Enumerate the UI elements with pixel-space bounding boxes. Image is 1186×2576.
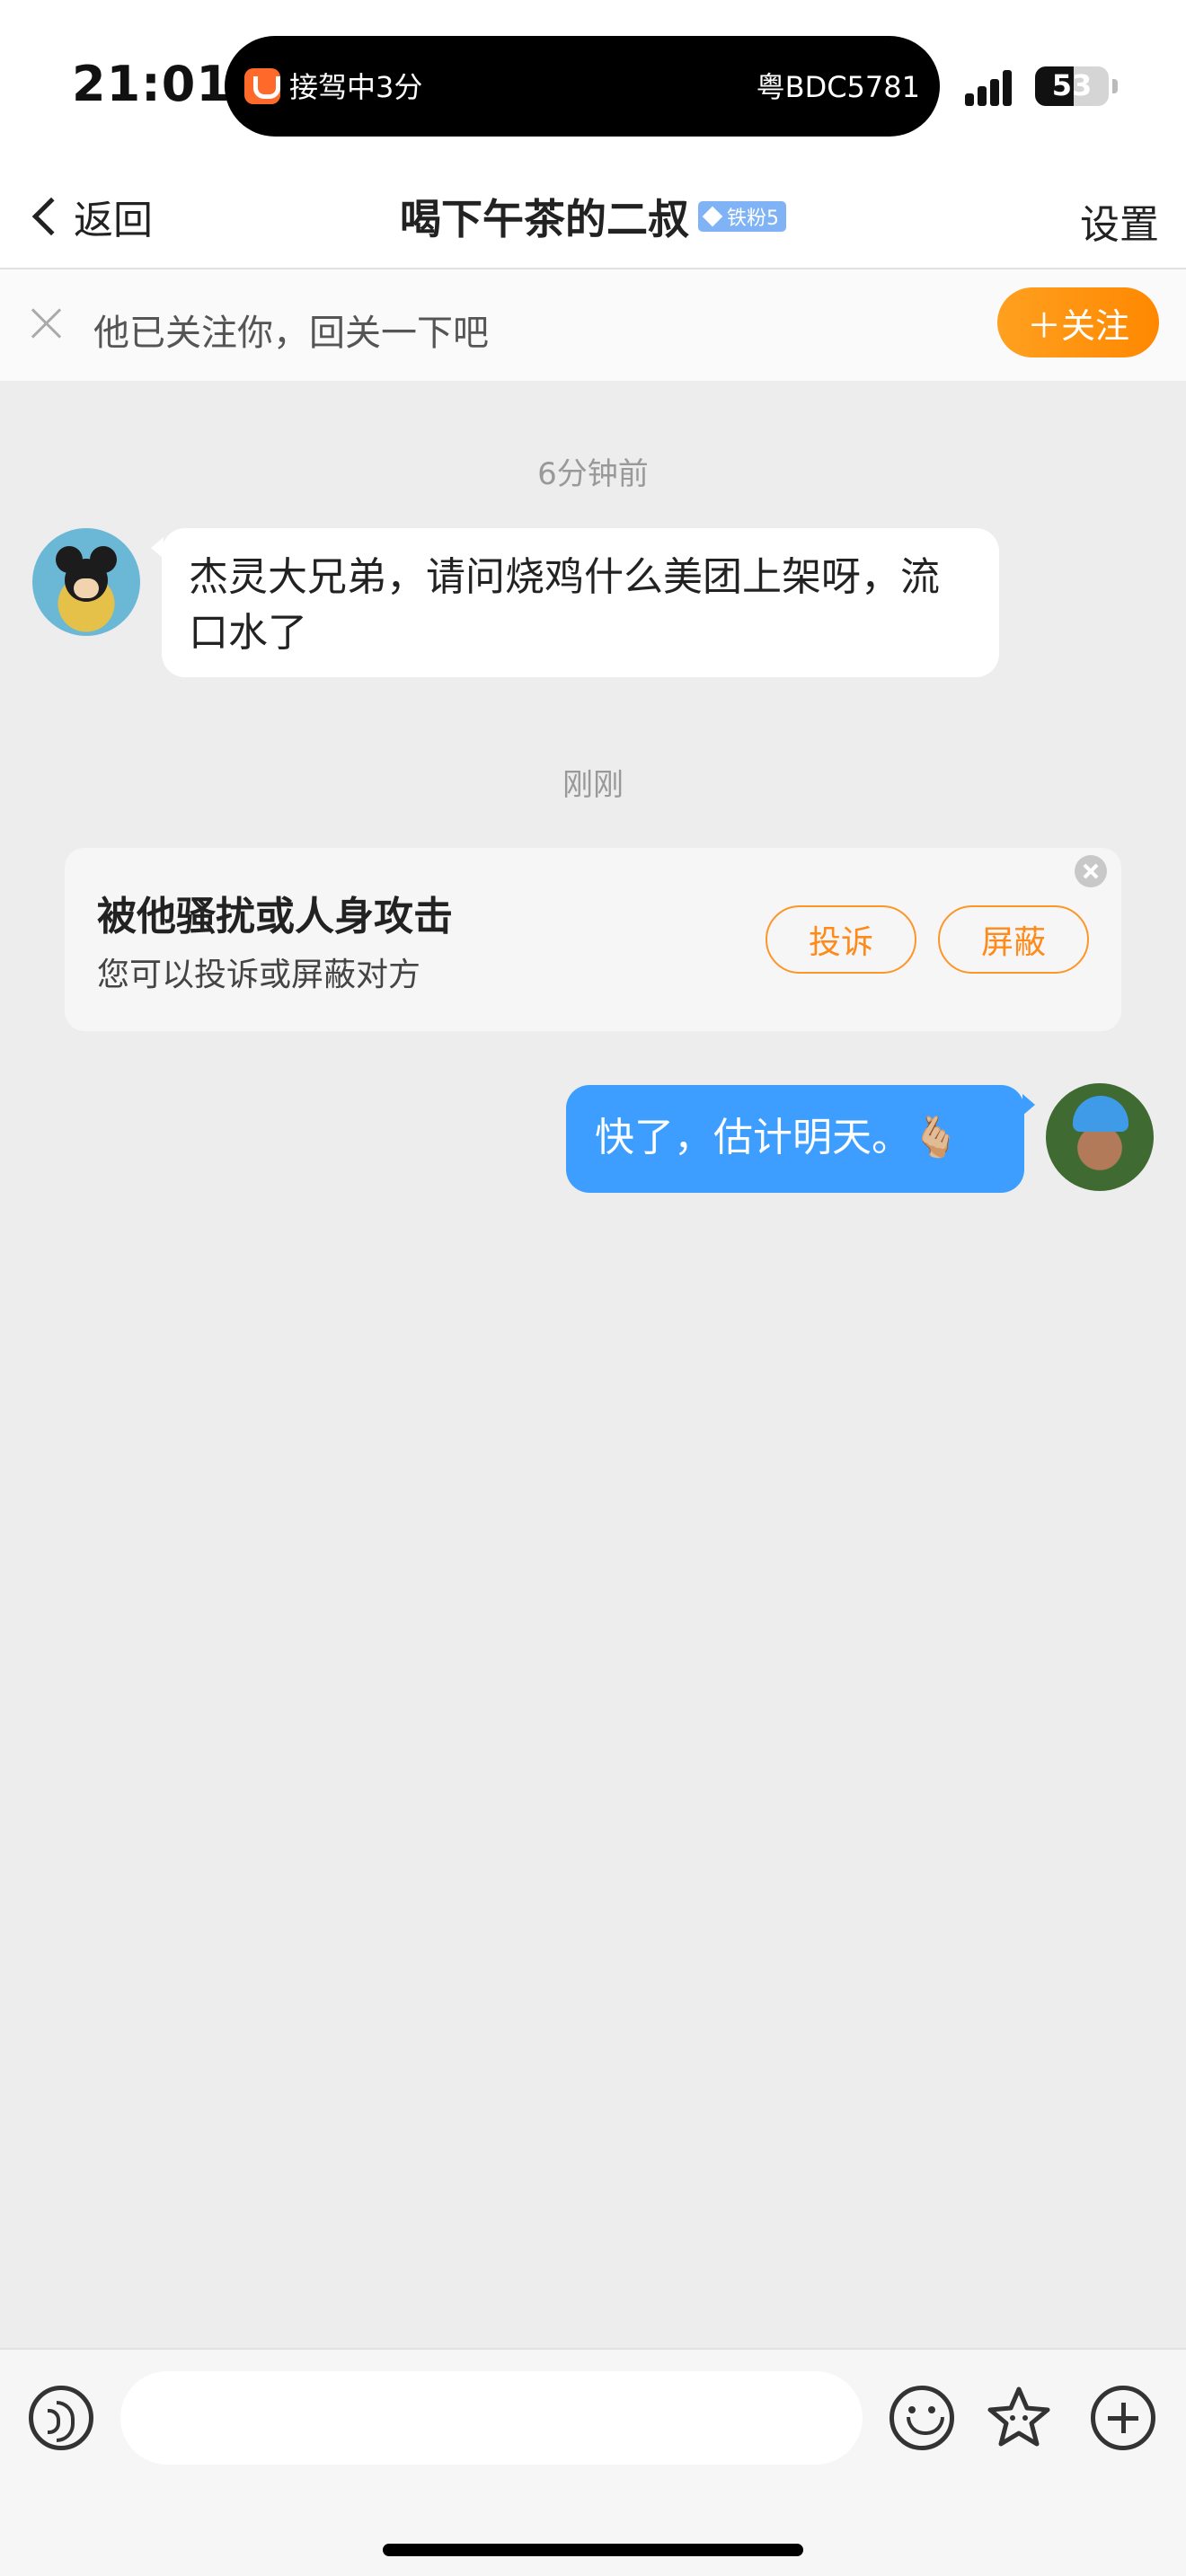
contact-avatar[interactable] [32,528,140,636]
diamond-icon [702,206,723,227]
fan-badge: 铁粉5 [698,201,786,232]
voice-icon[interactable] [29,2386,93,2450]
home-indicator[interactable] [383,2544,803,2556]
complain-button[interactable]: 投诉 [766,905,916,974]
plate-number: 粤BDC5781 [756,70,920,104]
status-time: 21:01 [72,56,231,112]
message-timestamp: 6分钟前 [537,456,649,492]
my-avatar[interactable] [1046,1083,1154,1191]
follow-button[interactable]: ＋关注 [997,287,1159,357]
fan-badge-label: 铁粉5 [727,207,779,230]
sticker-star-icon[interactable] [985,2384,1053,2452]
dynamic-island[interactable]: 接驾中3分 粤BDC5781 [225,36,940,137]
settings-button[interactable]: 设置 [1080,192,1159,250]
nav-bar: 返回 喝下午茶的二叔 铁粉5 设置 [0,167,1186,269]
incoming-message[interactable]: 杰灵大兄弟，请问烧鸡什么美团上架呀，流口水了 [151,528,999,677]
status-bar: 21:01 接驾中3分 粤BDC5781 53 [0,0,1186,167]
harassment-card: 被他骚扰或人身攻击 您可以投诉或屏蔽对方 投诉 屏蔽 [65,848,1121,1031]
message-input[interactable] [120,2371,863,2465]
emoji-icon[interactable] [890,2386,954,2450]
follow-prompt: 他已关注你，回关一下吧 [93,313,489,354]
close-icon[interactable] [1075,855,1107,887]
signal-icon [965,70,1019,106]
harassment-title: 被他骚扰或人身攻击 [97,894,453,940]
outgoing-message[interactable]: 快了，估计明天。🫰🏼 [566,1085,1035,1193]
composer-bar [0,2348,1186,2576]
battery-level: 53 [1051,68,1093,102]
battery-icon: 53 [1035,66,1109,106]
close-icon[interactable] [31,307,63,340]
ride-app-icon [244,68,280,104]
page-title: 喝下午茶的二叔 [400,195,689,243]
harassment-subtitle: 您可以投诉或屏蔽对方 [97,957,421,993]
chat-screen: 21:01 接驾中3分 粤BDC5781 53 返回 喝下午茶的二叔 铁粉5 设… [0,0,1186,2576]
follow-banner: 他已关注你，回关一下吧 ＋关注 [0,269,1186,381]
block-button[interactable]: 屏蔽 [938,905,1089,974]
title-area: 喝下午茶的二叔 铁粉5 [0,187,1186,246]
message-timestamp: 刚刚 [562,767,624,803]
plus-icon[interactable] [1091,2386,1155,2450]
ride-status: 接驾中3分 [289,70,423,104]
